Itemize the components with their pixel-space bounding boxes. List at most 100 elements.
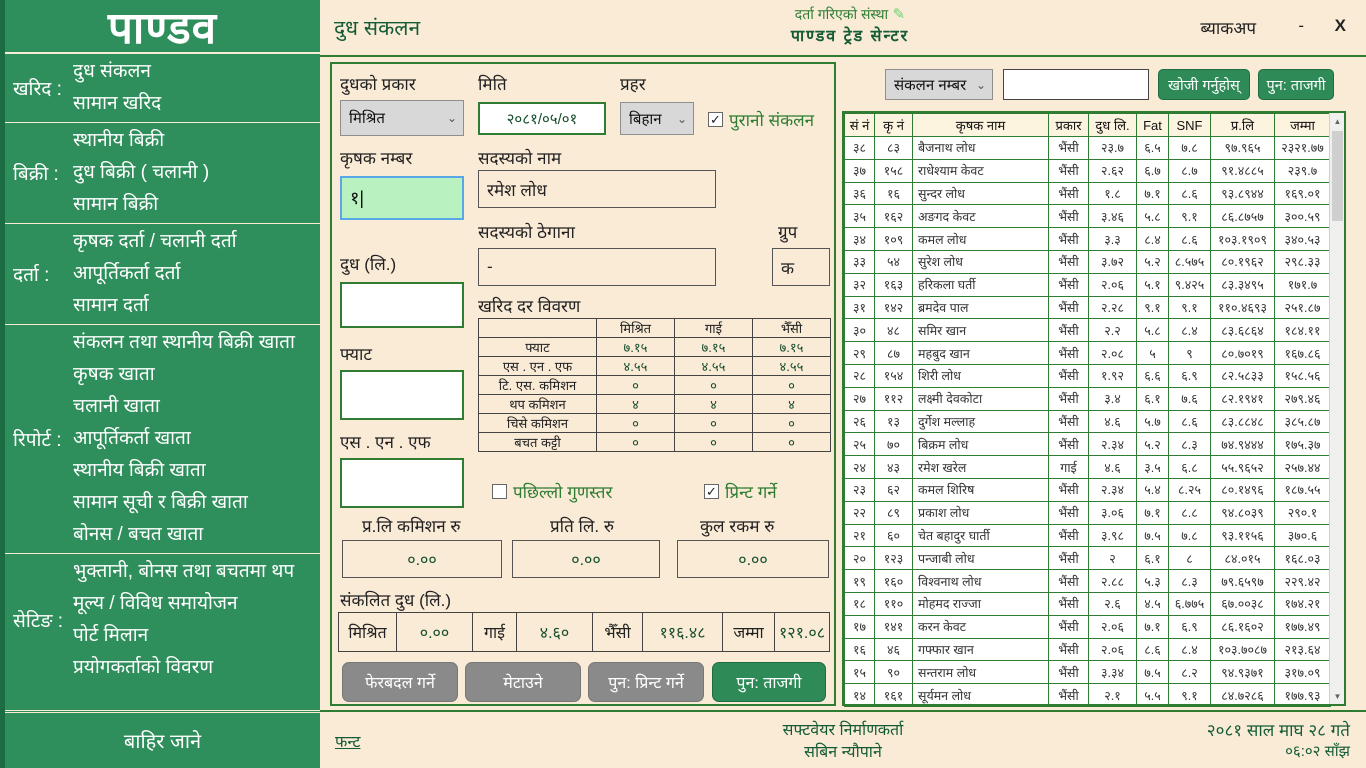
sidebar: पाण्डव खरिद :दुध संकलनसामान खरिदबिक्री :…: [0, 0, 320, 768]
table-cell: ८०.१४९६: [1211, 478, 1275, 501]
exit-button[interactable]: बाहिर जाने: [5, 710, 320, 768]
table-cell: ३००.५९: [1275, 205, 1331, 228]
sidebar-item[interactable]: बोनस / बचत खाता: [69, 519, 320, 551]
table-cell: ४.५: [1137, 592, 1169, 615]
edit-pencil-icon[interactable]: ✎: [893, 6, 906, 23]
table-cell: १६१: [875, 684, 913, 707]
snf-input[interactable]: [340, 458, 464, 508]
search-button[interactable]: खोजी गर्नुहोस्: [1158, 69, 1250, 100]
table-cell: ८४.०१५: [1211, 547, 1275, 570]
table-row[interactable]: १९१६०विश्वनाथ लोधभैंसी२.८८५.३८.३७९.६५९७२…: [845, 570, 1331, 593]
close-button[interactable]: X: [1335, 16, 1346, 36]
group-input[interactable]: क: [772, 248, 830, 286]
table-cell: ७.५: [1137, 661, 1169, 684]
total-amount-label: कुल रकम रु: [700, 514, 774, 537]
table-row[interactable]: ३३५४सुरेश लोधभैंसी३.७२५.२८.५७५८०.१९६२२९८…: [845, 250, 1331, 273]
nepali-time: ०६:०२ साँझ: [1207, 741, 1350, 761]
print-checkbox[interactable]: ✓ प्रिन्ट गर्ने: [704, 480, 777, 503]
collection-col-header: Fat: [1137, 114, 1169, 137]
sidebar-item[interactable]: चलानी खाता: [69, 391, 320, 423]
scroll-down-icon[interactable]: ▼: [1330, 688, 1345, 704]
fat-input[interactable]: [340, 370, 464, 420]
sidebar-item[interactable]: दुध संकलन: [69, 56, 320, 88]
table-row[interactable]: १७१४१करन केवटभैंसी२.०६७.१६.९८६.१६०२१७७.४…: [845, 615, 1331, 638]
table-row[interactable]: २०१२३पन्जाबी लोधभैंसी२६.१८८४.०१५१६८.०३: [845, 547, 1331, 570]
search-input[interactable]: [1003, 69, 1149, 100]
refresh-button[interactable]: पुन: ताजगी: [712, 662, 826, 702]
rate-value: ७.१५: [597, 338, 675, 357]
table-cell: ८३.६८६४: [1211, 319, 1275, 342]
table-refresh-button[interactable]: पुन: ताजगी: [1258, 69, 1334, 100]
sidebar-item[interactable]: आपूर्तिकर्ता खाता: [69, 423, 320, 455]
milk-type-select[interactable]: मिश्रित ⌄: [340, 100, 464, 136]
sidebar-item[interactable]: संकलन तथा स्थानीय बिक्री खाता: [69, 327, 320, 359]
member-name-input[interactable]: रमेश लोध: [478, 170, 716, 208]
table-scrollbar[interactable]: ▲ ▼: [1329, 113, 1344, 704]
table-row[interactable]: ३४१०९कमल लोधभैंसी३.३८.४८.६१०३.१९०९३४०.५३: [845, 228, 1331, 251]
member-address-input[interactable]: -: [478, 248, 716, 286]
sidebar-item[interactable]: भुक्तानी, बोनस तथा बचतमा थप: [69, 556, 320, 588]
table-cell: २.८८: [1089, 570, 1137, 593]
table-row[interactable]: २७११२लक्ष्मी देवकोटाभैंसी३.४६.१७.६८२.१९४…: [845, 387, 1331, 410]
table-cell: २२९.४२: [1275, 570, 1331, 593]
table-row[interactable]: २९८७महबुद खानभैंसी२.०८५९८०.७०१९१६७.८६: [845, 342, 1331, 365]
last-quality-checkbox[interactable]: पछिल्लो गुणस्तर: [492, 480, 612, 503]
backup-button[interactable]: ब्याकअप: [1200, 16, 1256, 39]
reprint-button[interactable]: पुन: प्रिन्ट गर्ने: [588, 662, 704, 702]
table-cell: ६७.००३८: [1211, 592, 1275, 615]
table-row[interactable]: ३७१५८राधेश्याम केवटभैंसी२.६२६.७८.७९१.४८८…: [845, 159, 1331, 182]
sidebar-item[interactable]: कृषक खाता: [69, 359, 320, 391]
sidebar-item[interactable]: प्रयोगकर्ताको विवरण: [69, 652, 320, 684]
table-row[interactable]: १८११०मोहमद राज्जाभैंसी२.६४.५६.७७५६७.००३८…: [845, 592, 1331, 615]
delete-button[interactable]: मेटाउने: [465, 662, 581, 702]
search-filter-select[interactable]: संकलन नम्बर ⌄: [885, 69, 993, 100]
date-time: २०८१ साल माघ २८ गते ०६:०२ साँझ: [1207, 718, 1350, 761]
table-cell: ९१.४८८५: [1211, 159, 1275, 182]
table-row[interactable]: २३६२कमल शिरिषभैंसी२.३४५.४८.२५८०.१४९६१८७.…: [845, 478, 1331, 501]
table-row[interactable]: ३०४८समिर खानभैंसी२.२५.८८.४८३.६८६४१८४.११: [845, 319, 1331, 342]
table-row[interactable]: ३५१६२अङगद केवटभैंसी३.४६५.८९.१८६.८७५७३००.…: [845, 205, 1331, 228]
table-row[interactable]: २२८९प्रकाश लोधभैंसी३.०६७.१८.८९४.८०३९२९०.…: [845, 501, 1331, 524]
table-row[interactable]: २४४३रमेश खरेलगाई४.६३.५६.८५५.९६५२२५७.४४: [845, 456, 1331, 479]
edit-button[interactable]: फेरबदल गर्ने: [342, 662, 458, 702]
table-row[interactable]: १४१६१सूर्यमन लोधभैंसी२.१५.५९.१८४.७२८६१७७…: [845, 684, 1331, 707]
sidebar-item[interactable]: सामान खरिद: [69, 88, 320, 120]
sidebar-item[interactable]: आपूर्तिकर्ता दर्ता: [69, 258, 320, 290]
farmer-no-value: १: [350, 186, 359, 210]
sidebar-item[interactable]: दुध बिक्री ( चलानी ): [69, 157, 320, 189]
table-row[interactable]: २१६०चेत बहादुर घार्तीभैंसी३.९८७.५७.८९३.१…: [845, 524, 1331, 547]
sidebar-item[interactable]: सामान बिक्री: [69, 189, 320, 221]
rate-row-label: थप कमिशन: [479, 395, 597, 414]
table-cell: १७५.३७: [1275, 433, 1331, 456]
sidebar-item[interactable]: पोर्ट मिलान: [69, 620, 320, 652]
table-row[interactable]: २६१३दुर्गेश मल्लाहभैंसी४.६५.७८.६८३.८८४८३…: [845, 410, 1331, 433]
milk-qty-input[interactable]: [340, 282, 464, 328]
sidebar-item[interactable]: सामान दर्ता: [69, 290, 320, 322]
table-row[interactable]: १५९०सन्तराम लोधभैंसी३.३४७.५८.२९४.९३७१३१७…: [845, 661, 1331, 684]
table-cell: ९७.९६५: [1211, 137, 1275, 160]
minimize-button[interactable]: -: [1298, 16, 1304, 36]
table-cell: भैंसी: [1049, 364, 1089, 387]
table-row[interactable]: १६४६गफ्फार खानभैंसी२.०६८.६८.४१०३.७०८७२१३…: [845, 638, 1331, 661]
table-row[interactable]: ३८८३बैजनाथ लोधभैंसी२३.७६.५७.८९७.९६५२३२१.…: [845, 137, 1331, 160]
sidebar-item[interactable]: कृषक दर्ता / चलानी दर्ता: [69, 226, 320, 258]
rate-table-corner-cell: [479, 319, 597, 338]
table-row[interactable]: ३११४२ब्रमदेव पालभैंसी२.२८९.१९.१११०.४६९३२…: [845, 296, 1331, 319]
sidebar-item[interactable]: सामान सूची र बिक्री खाता: [69, 487, 320, 519]
farmer-no-input[interactable]: १|: [340, 176, 464, 220]
table-cell: भैंसी: [1049, 501, 1089, 524]
table-row[interactable]: २५७०बिक्रम लोधभैंसी२.३४५.२८.३७४.९४४४१७५.…: [845, 433, 1331, 456]
table-row[interactable]: ३२१६३हरिकला घर्तीभैंसी२.०६५.१९.४२५८३.३४९…: [845, 273, 1331, 296]
table-row[interactable]: ३६१६सुन्दर लोधभैंसी१.८७.१८.६९३.८९४४१६९.०…: [845, 182, 1331, 205]
shift-select[interactable]: बिहान ⌄: [620, 102, 694, 135]
date-input[interactable]: २०८१/०५/०१: [478, 102, 606, 135]
old-collection-checkbox[interactable]: ✓ पुरानो संकलन: [708, 108, 814, 131]
scroll-up-icon[interactable]: ▲: [1330, 113, 1345, 129]
sidebar-item[interactable]: स्थानीय बिक्री खाता: [69, 455, 320, 487]
collected-label: संकलित दुध (लि.): [340, 588, 451, 611]
scroll-thumb[interactable]: [1332, 131, 1343, 221]
sidebar-item[interactable]: मूल्य / विविध समायोजन: [69, 588, 320, 620]
table-row[interactable]: २८१५४शिरी लोधभैंसी१.९२६.६६.९८२.५८३३१५८.५…: [845, 364, 1331, 387]
sidebar-item[interactable]: स्थानीय बिक्री: [69, 125, 320, 157]
table-cell: ९: [1169, 342, 1211, 365]
